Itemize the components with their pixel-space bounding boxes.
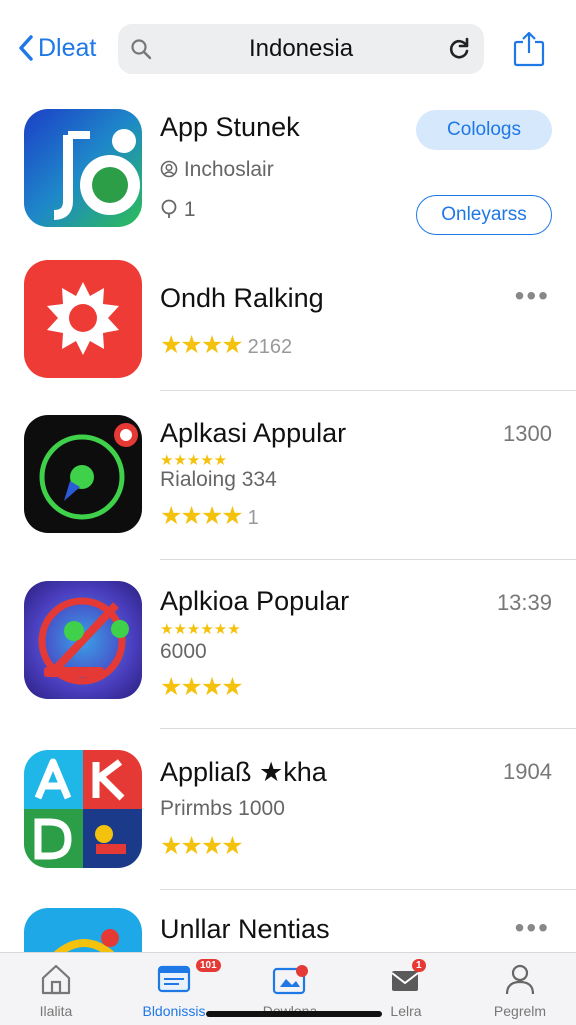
app-list-item[interactable]: Aplkioa Popular ★★★★★★ 6000 ★★★★ 13:39 bbox=[0, 560, 576, 728]
more-options-icon[interactable]: ••• bbox=[515, 912, 550, 944]
app-title: App Stunek bbox=[160, 112, 300, 142]
home-indicator bbox=[206, 1011, 382, 1017]
tab-letter[interactable]: 1 Lelra bbox=[356, 959, 456, 1019]
rating-count: 2162 bbox=[247, 336, 293, 358]
tab-label: Ilalita bbox=[39, 1003, 73, 1019]
image-card-icon bbox=[272, 965, 308, 995]
app-title: Unllar Nentias bbox=[160, 914, 330, 944]
tab-today[interactable]: Ilalita bbox=[6, 959, 106, 1019]
app-title: Appliaß ★kha bbox=[160, 757, 327, 787]
apps-stack-icon bbox=[157, 965, 191, 993]
app-right-value: 13:39 bbox=[496, 590, 552, 615]
notification-badge: 101 bbox=[196, 959, 221, 972]
more-options-icon[interactable]: ••• bbox=[515, 280, 550, 312]
rating-count: 1 bbox=[247, 507, 259, 529]
person-icon bbox=[505, 964, 535, 995]
featured-app-row[interactable]: App Stunek Inchoslair 1 Colologs Onleyar… bbox=[0, 0, 576, 250]
app-icon bbox=[24, 908, 142, 952]
tab-apps[interactable]: 101 Bldonissis bbox=[124, 959, 224, 1019]
app-list-item[interactable]: Aplkasi Appular ★★★★★ Rialoing 334 ★★★★ 1… bbox=[0, 391, 576, 559]
notification-badge: 1 bbox=[412, 959, 426, 972]
app-list-item[interactable]: Ondh Ralking ★★★★ 2162 ••• bbox=[0, 250, 576, 390]
tab-label: Pegrelm bbox=[493, 1003, 547, 1019]
developer-line: Inchoslair bbox=[160, 158, 274, 182]
app-subtitle: Rialoing 334 bbox=[160, 468, 277, 491]
app-list-item[interactable]: Appliaß ★kha Prirmbs 1000 ★★★★ 1904 bbox=[0, 729, 576, 889]
app-icon bbox=[24, 415, 142, 533]
app-right-value: 1300 bbox=[503, 421, 552, 446]
star-rating: ★★★★ 2162 bbox=[160, 331, 293, 359]
app-icon bbox=[24, 750, 142, 868]
small-star-rating: ★★★★★ bbox=[160, 452, 228, 469]
app-icon bbox=[24, 581, 142, 699]
count-value: 1 bbox=[183, 198, 196, 221]
tab-downloads[interactable]: Dowlona bbox=[240, 959, 340, 1019]
app-subtitle: 6000 bbox=[160, 640, 207, 663]
app-title: Aplkioa Popular bbox=[160, 586, 350, 616]
app-title: Aplkasi Appular bbox=[160, 418, 347, 448]
small-star-rating: ★★★★★★ bbox=[160, 621, 241, 638]
user-circle-icon bbox=[160, 160, 178, 178]
star-rating: ★★★★ bbox=[160, 832, 244, 860]
count-line: 1 bbox=[160, 198, 196, 222]
primary-action-button[interactable]: Colologs bbox=[416, 110, 552, 150]
developer-name: Inchoslair bbox=[183, 158, 274, 181]
app-right-value: 1904 bbox=[503, 759, 552, 784]
app-list-item[interactable]: Unllar Nentias ••• bbox=[0, 890, 576, 952]
home-icon bbox=[41, 964, 71, 995]
app-icon bbox=[24, 109, 142, 227]
star-rating: ★★★★ 1 bbox=[160, 502, 259, 530]
secondary-action-button[interactable]: Onleyarss bbox=[416, 195, 552, 235]
tab-profile[interactable]: Pegrelm bbox=[470, 959, 570, 1019]
app-title: Ondh Ralking bbox=[160, 283, 324, 313]
star-rating: ★★★★ bbox=[160, 673, 244, 701]
app-subtitle: Prirmbs 1000 bbox=[160, 797, 285, 820]
app-icon bbox=[24, 260, 142, 378]
location-pin-icon bbox=[161, 199, 177, 218]
